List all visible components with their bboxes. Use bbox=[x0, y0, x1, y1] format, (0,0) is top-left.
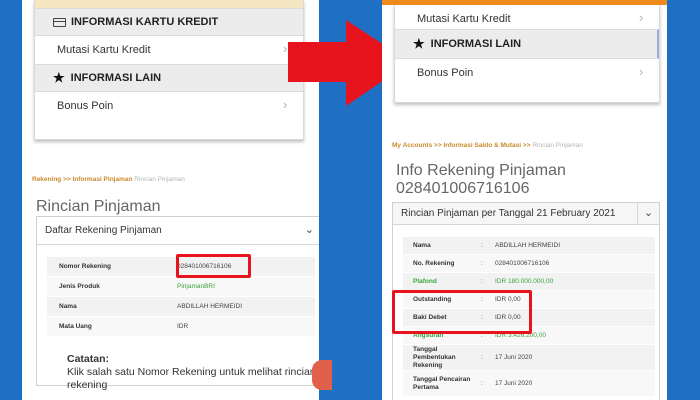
menu-header-label: INFORMASI LAIN bbox=[430, 38, 522, 50]
breadcrumb-separator: >> bbox=[521, 142, 533, 149]
menu-item-mutasi-kartu-kredit[interactable]: Mutasi Kartu Kredit › bbox=[35, 36, 303, 64]
star-icon: ★ bbox=[413, 36, 425, 51]
row-colon: : bbox=[481, 354, 483, 361]
page-title: Info Rekening Pinjaman 028401006716106 bbox=[396, 162, 566, 198]
table-row: Nama ABDILLAH HERMEIDI bbox=[47, 297, 315, 317]
row-colon: : bbox=[481, 278, 483, 285]
panel-header-dropdown[interactable]: Daftar Rekening Pinjaman ⌄ bbox=[37, 217, 319, 245]
breadcrumb-link-my-accounts[interactable]: My Accounts bbox=[392, 142, 432, 149]
row-label: Tanggal Pembentukan Rekening bbox=[413, 345, 456, 369]
row-value: 17 Juni 2020 bbox=[495, 354, 533, 361]
page-title-account-number: 028401006716106 bbox=[396, 180, 530, 197]
row-value: 028401006716106 bbox=[495, 260, 550, 267]
table-row: No. Rekening : 028401006716106 bbox=[403, 255, 655, 273]
row-label: Nama bbox=[59, 303, 77, 310]
row-value: PinjamanBRI bbox=[177, 283, 215, 290]
credit-card-icon bbox=[53, 17, 66, 27]
row-value: ABDILLAH HERMEIDI bbox=[177, 303, 243, 310]
breadcrumb: Rekening >> Informasi Pinjaman Rincian P… bbox=[32, 176, 185, 183]
left-screenshot: INFORMASI KARTU KREDIT Mutasi Kartu Kred… bbox=[22, 0, 319, 400]
page-title: Rincian Pinjaman bbox=[36, 198, 161, 215]
right-screenshot: Mutasi Kartu Kredit › ★ INFORMASI LAIN B… bbox=[382, 0, 667, 400]
row-value: IDR bbox=[177, 323, 189, 330]
breadcrumb: My Accounts >> Informasi Saldo & Mutasi … bbox=[392, 142, 583, 149]
highlight-box-outstanding-baki-debet bbox=[392, 290, 532, 334]
table-row: Tanggal Pencairan Pertama : 17 Juni 2020 bbox=[403, 371, 655, 397]
star-icon: ★ bbox=[53, 70, 65, 85]
menu-header-informasi-lain: ★ INFORMASI LAIN bbox=[35, 64, 303, 92]
row-label: No. Rekening bbox=[413, 260, 455, 267]
row-value: IDR 180.000.000,00 bbox=[495, 278, 554, 285]
row-label: Mata Uang bbox=[59, 323, 92, 330]
chevron-right-icon: › bbox=[639, 10, 644, 25]
row-value: ABDILLAH HERMEIDI bbox=[495, 242, 561, 249]
breadcrumb-separator: >> bbox=[61, 176, 73, 183]
row-label: Nama bbox=[413, 242, 431, 249]
menu-header-label: INFORMASI LAIN bbox=[70, 72, 162, 84]
menu-header-credit-card: INFORMASI KARTU KREDIT bbox=[35, 8, 303, 36]
page-title-line1: Info Rekening Pinjaman bbox=[396, 162, 566, 179]
menu-item-label: Mutasi Kartu Kredit bbox=[57, 44, 151, 56]
chevron-right-icon: › bbox=[639, 64, 644, 79]
highlight-box-account-number bbox=[176, 254, 251, 278]
breadcrumb-link-rekening[interactable]: Rekening bbox=[32, 176, 61, 183]
note-text: Klik salah satu Nomor Rekening untuk mel… bbox=[67, 366, 316, 391]
row-colon: : bbox=[481, 260, 483, 267]
panel-title: Rincian Pinjaman per Tanggal 21 February… bbox=[401, 208, 616, 219]
menu-top-bar bbox=[35, 0, 303, 8]
table-row: Nama : ABDILLAH HERMEIDI bbox=[403, 237, 655, 255]
row-label: Nomor Rekening bbox=[59, 263, 112, 270]
menu-item-bonus-poin[interactable]: Bonus Poin › bbox=[395, 59, 659, 87]
chevron-down-icon: ⌄ bbox=[637, 203, 659, 224]
menu-item-label: Bonus Poin bbox=[417, 67, 474, 79]
breadcrumb-separator: >> bbox=[432, 142, 444, 149]
row-label: Jenis Produk bbox=[59, 283, 100, 290]
note-title: Catatan: bbox=[67, 353, 110, 365]
breadcrumb-link-informasi-saldo[interactable]: Informasi Saldo & Mutasi bbox=[443, 142, 521, 149]
menu-item-label: Mutasi Kartu Kredit bbox=[417, 13, 511, 25]
menu-header-informasi-lain: ★ INFORMASI LAIN bbox=[395, 29, 659, 59]
breadcrumb-link-informasi-pinjaman[interactable]: Informasi Pinjaman bbox=[72, 176, 132, 183]
breadcrumb-current: Rincian Pinjaman bbox=[134, 176, 185, 183]
left-side-menu: INFORMASI KARTU KREDIT Mutasi Kartu Kred… bbox=[34, 0, 304, 140]
row-label: Tanggal Pencairan Pertama bbox=[413, 375, 471, 391]
menu-item-label: Bonus Poin bbox=[57, 100, 114, 112]
panel-title: Daftar Rekening Pinjaman bbox=[45, 225, 162, 236]
row-value: 17 Juni 2020 bbox=[495, 380, 533, 387]
loan-accounts-panel: Daftar Rekening Pinjaman ⌄ Nomor Rekenin… bbox=[36, 216, 319, 391]
row-colon: : bbox=[481, 380, 483, 387]
menu-item-bonus-poin[interactable]: Bonus Poin › bbox=[35, 92, 303, 120]
row-colon: : bbox=[481, 242, 483, 249]
table-row: Mata Uang IDR bbox=[47, 317, 315, 337]
floating-chat-bubble[interactable] bbox=[312, 360, 332, 390]
row-label: Plafond bbox=[413, 278, 437, 285]
table-row: Tanggal Pembentukan Rekening : 17 Juni 2… bbox=[403, 345, 655, 371]
menu-header-label: INFORMASI KARTU KREDIT bbox=[71, 16, 219, 28]
table-row: Jenis Produk PinjamanBRI bbox=[47, 277, 315, 297]
table-row: Plafond : IDR 180.000.000,00 bbox=[403, 273, 655, 291]
panel-header-dropdown[interactable]: Rincian Pinjaman per Tanggal 21 February… bbox=[393, 203, 659, 225]
breadcrumb-current: Rincian Pinjaman bbox=[532, 142, 583, 149]
right-side-menu: Mutasi Kartu Kredit › ★ INFORMASI LAIN B… bbox=[394, 5, 660, 103]
chevron-down-icon: ⌄ bbox=[304, 224, 314, 236]
